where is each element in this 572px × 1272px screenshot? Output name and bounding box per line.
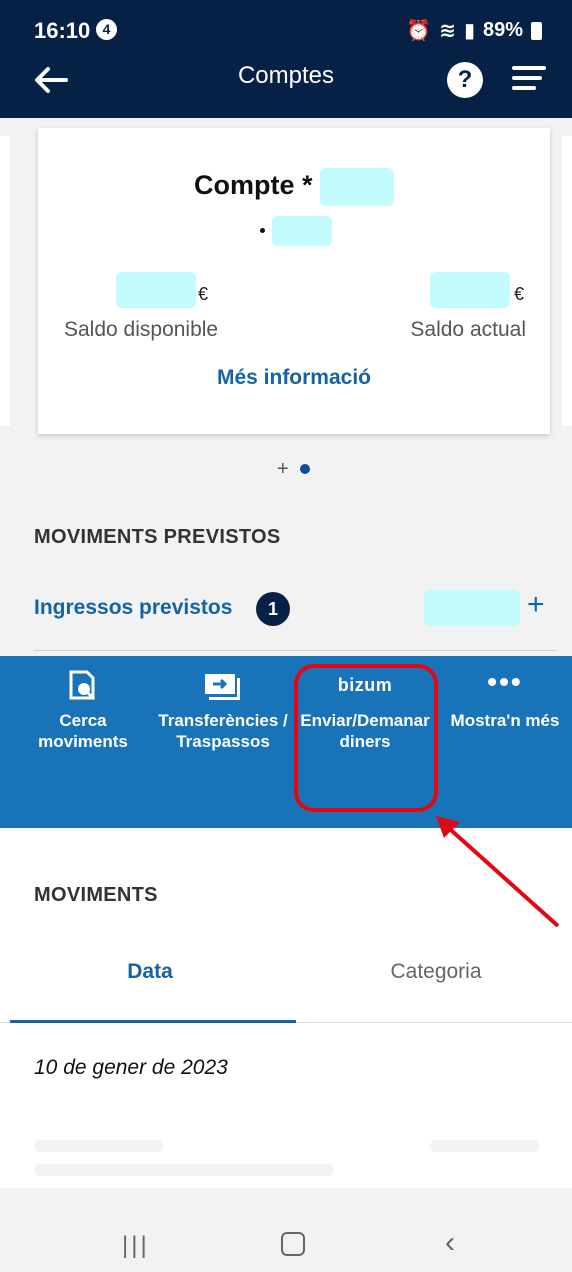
current-balance-redacted [430,272,510,308]
divider [34,650,556,651]
transfers-button[interactable]: Transferències / Traspassos [158,670,288,752]
battery-level: 89% [482,19,523,41]
tab-category[interactable]: Categoria [300,960,572,984]
active-tab-indicator [10,1020,296,1023]
recent-apps-icon[interactable]: ||| [122,1232,150,1260]
add-account-page-icon[interactable]: + [277,458,289,481]
next-card-edge[interactable] [562,136,572,426]
menu-icon[interactable] [512,66,546,96]
battery-icon [531,21,542,40]
more-dots-icon: ••• [487,666,523,697]
system-navigation-bar [0,1188,572,1272]
movement-row-blurred[interactable] [34,1140,164,1152]
search-movements-label: Cerca moviments [38,711,128,751]
signal-icon: ▮ [463,20,475,42]
notification-count-badge: 4 [96,19,117,40]
planned-movements-title: MOVIMENTS PREVISTOS [34,526,281,548]
alarm-icon: ⏰ [406,20,432,42]
transfer-icon [158,670,288,700]
movement-amount-blurred [430,1140,540,1152]
current-balance-label: Saldo actual [410,318,526,341]
account-iban-redacted [272,216,332,246]
previous-card-edge[interactable] [0,136,10,426]
movements-title: MOVIMENTS [34,884,158,906]
available-balance-label: Saldo disponible [64,318,219,341]
separator-dot [260,228,265,233]
account-number-redacted [320,168,395,206]
search-movements-icon [18,670,148,701]
red-arrow-annotation [436,816,560,928]
account-title: Compte * [38,168,550,206]
search-movements-button[interactable]: Cerca moviments [18,670,148,752]
planned-income-link[interactable]: Ingressos previstos [34,596,232,620]
date-group-header: 10 de gener de 2023 [34,1056,228,1079]
wifi-icon: ≋ [439,20,456,42]
home-icon[interactable] [281,1232,305,1256]
planned-income-amount-redacted [424,590,520,626]
bizum-highlight-annotation [294,664,438,812]
available-balance-redacted [116,272,196,308]
help-icon[interactable]: ? [447,62,483,98]
account-name: Compte * [193,170,313,201]
expand-planned-income-icon[interactable]: + [527,588,545,622]
page-title: Comptes [237,62,335,89]
account-card[interactable]: Compte * € € Saldo disponible Saldo actu… [38,128,550,434]
back-icon[interactable]: ‹ [445,1226,455,1260]
more-info-link[interactable]: Més informació [38,366,550,390]
show-more-label: Mostra'n més [450,711,560,730]
tab-date[interactable]: Data [0,960,300,984]
page-indicator-dot [300,464,310,474]
show-more-button[interactable]: ••• Mostra'n més [440,666,570,731]
status-time: 16:10 [34,18,91,43]
status-icons: ⏰ ≋ ▮ 89% [406,18,542,43]
movement-detail-blurred [34,1164,334,1176]
current-currency: € [514,284,525,304]
transfers-label: Transferències / Traspassos [158,711,288,751]
available-currency: € [198,284,209,304]
planned-income-count: 1 [256,592,290,626]
